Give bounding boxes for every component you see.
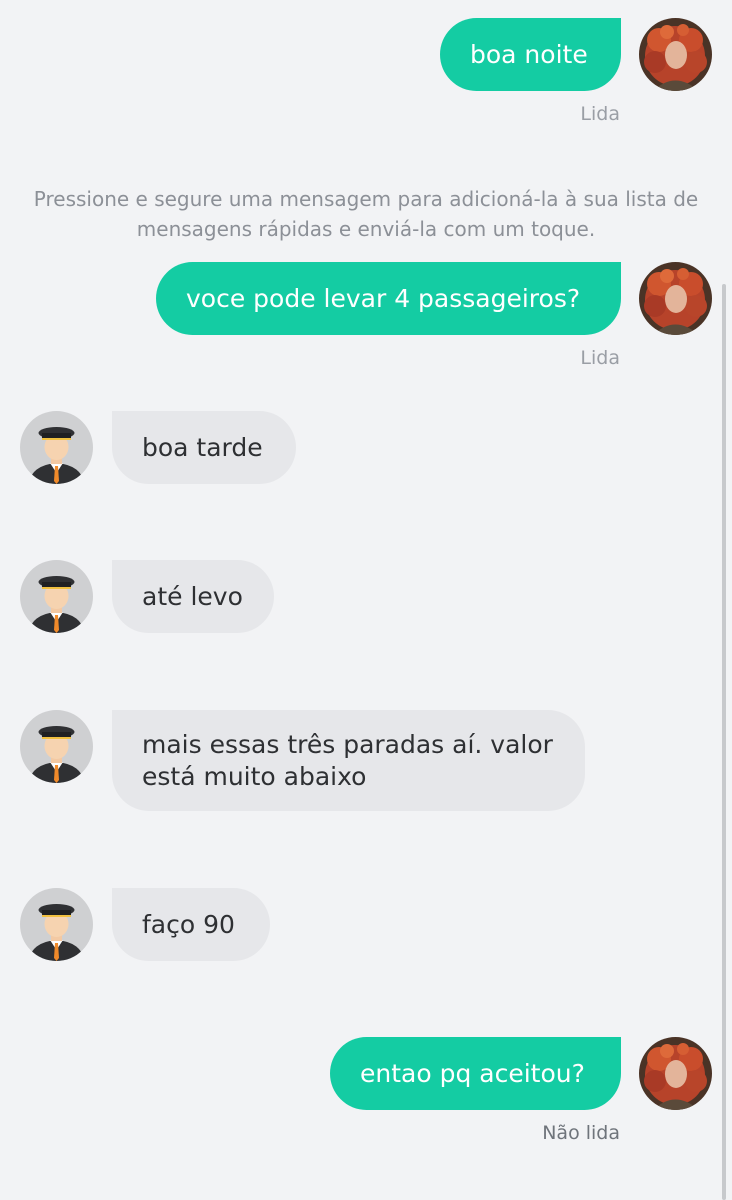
driver-avatar-icon[interactable] bbox=[20, 411, 93, 484]
driver-avatar-icon[interactable] bbox=[20, 560, 93, 633]
message-bubble-incoming[interactable]: até levo bbox=[112, 560, 274, 633]
message-bubble-incoming[interactable]: faço 90 bbox=[112, 888, 270, 961]
chat-thread: boa noite Lida Pressione e segure uma me… bbox=[0, 0, 732, 1200]
message-bubble-outgoing[interactable]: voce pode levar 4 passageiros? bbox=[156, 262, 621, 335]
unread-status: Não lida bbox=[542, 1122, 620, 1144]
read-status: Lida bbox=[580, 103, 620, 125]
scrollbar[interactable] bbox=[722, 284, 726, 1200]
user-avatar-icon[interactable] bbox=[639, 1037, 712, 1110]
driver-avatar-icon[interactable] bbox=[20, 710, 93, 783]
driver-avatar-icon[interactable] bbox=[20, 888, 93, 961]
read-status: Lida bbox=[580, 347, 620, 369]
user-avatar-icon[interactable] bbox=[639, 262, 712, 335]
user-avatar-icon[interactable] bbox=[639, 18, 712, 91]
message-bubble-incoming[interactable]: boa tarde bbox=[112, 411, 296, 484]
message-bubble-outgoing[interactable]: entao pq aceitou? bbox=[330, 1037, 621, 1110]
message-bubble-incoming[interactable]: mais essas três paradas aí. valor está m… bbox=[112, 710, 585, 811]
quick-messages-hint: Pressione e segure uma mensagem para adi… bbox=[33, 187, 699, 241]
message-bubble-outgoing[interactable]: boa noite bbox=[440, 18, 621, 91]
